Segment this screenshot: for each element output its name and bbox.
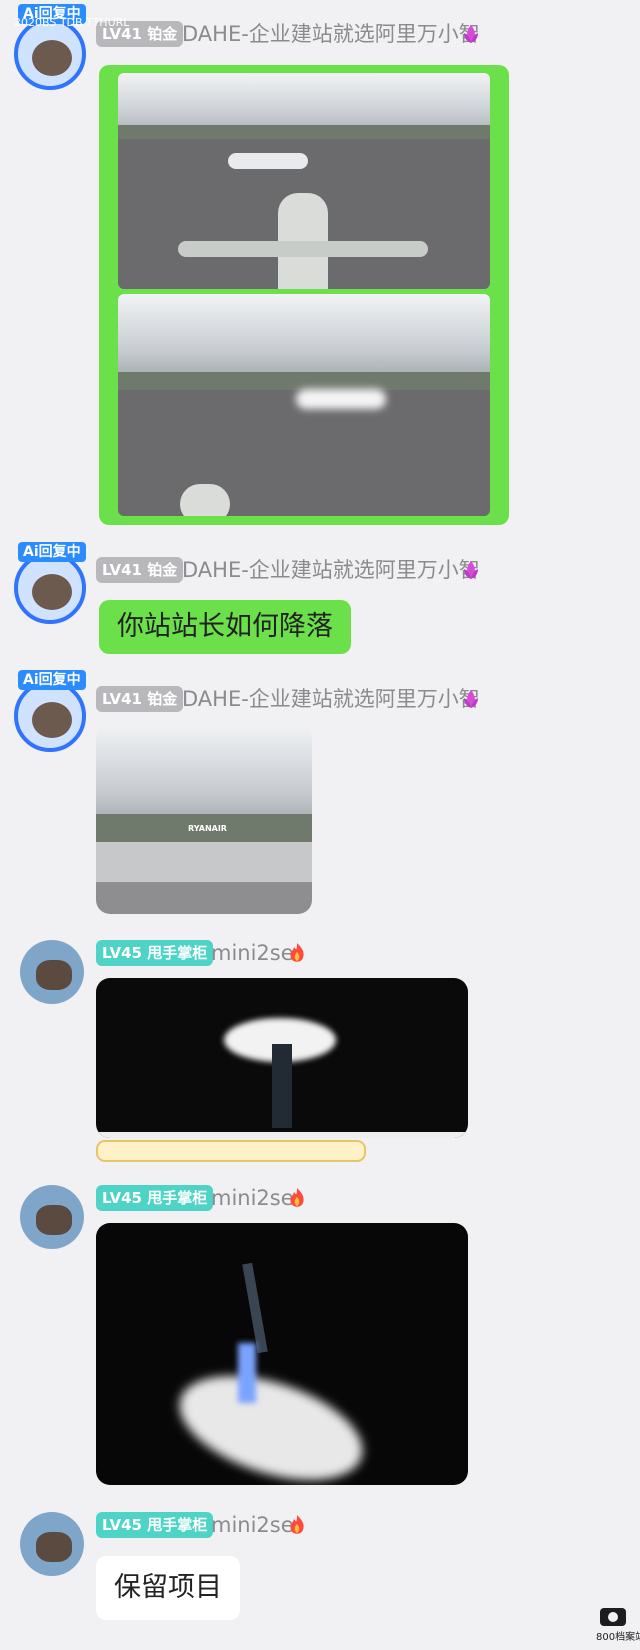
lotus-icon bbox=[462, 559, 480, 581]
avatar[interactable] bbox=[14, 552, 86, 624]
camera-icon bbox=[600, 1608, 626, 1626]
lotus-icon bbox=[462, 688, 480, 710]
chat-message: LV45 甩手掌柜 mini2se 保留项目 800档案站 bbox=[0, 1500, 640, 1650]
sticker-banner bbox=[96, 1140, 366, 1162]
username[interactable]: DAHE-企业建站就选阿里万小智 bbox=[182, 20, 480, 48]
level-badge: LV45 甩手掌柜 bbox=[96, 1512, 214, 1538]
username[interactable]: DAHE-企业建站就选阿里万小智 bbox=[182, 556, 480, 584]
lotus-icon bbox=[462, 23, 480, 45]
username[interactable]: DAHE-企业建站就选阿里万小智 bbox=[182, 685, 480, 713]
username[interactable]: mini2se bbox=[211, 1511, 294, 1539]
level-badge: LV45 甩手掌柜 bbox=[96, 1185, 214, 1211]
watermark-badge: 800档案站 bbox=[596, 1632, 640, 1643]
chat-message: LV45 甩手掌柜 mini2se bbox=[0, 930, 640, 1170]
screenshot-image[interactable] bbox=[118, 294, 490, 516]
screenshot-image[interactable] bbox=[118, 73, 490, 289]
chat-message: Ai回复中 LV41 铂金 DAHE-企业建站就选阿里万小智 RYANAIR bbox=[0, 660, 640, 920]
level-badge: LV41 铂金 bbox=[96, 557, 184, 583]
avatar[interactable] bbox=[20, 1185, 84, 1249]
chat-message: Ai回复中 LV41 铂金 DAHE-企业建站就选阿里万小智 你站站长如何降落 bbox=[0, 530, 640, 654]
ai-replying-badge: Ai回复中 bbox=[18, 670, 86, 690]
flame-icon bbox=[288, 942, 306, 964]
ai-replying-badge: Ai回复中 bbox=[18, 542, 86, 562]
username[interactable]: mini2se bbox=[211, 939, 294, 967]
avatar[interactable] bbox=[20, 940, 84, 1004]
message-bubble[interactable]: 保留项目 bbox=[96, 1556, 240, 1620]
level-badge: LV41 铂金 bbox=[96, 686, 184, 712]
watermark-text: 2020BS TDB TTHURL bbox=[14, 16, 130, 29]
flame-icon bbox=[288, 1514, 306, 1536]
message-bubble[interactable]: 你站站长如何降落 bbox=[99, 600, 351, 654]
username[interactable]: mini2se bbox=[211, 1184, 294, 1212]
chat-message: Ai回复中 LV41 铂金 DAHE-企业建站就选阿里万小智 2020BS TD… bbox=[0, 0, 640, 525]
screenshot-image[interactable] bbox=[96, 1223, 468, 1485]
avatar[interactable] bbox=[20, 1512, 84, 1576]
chat-message: LV45 甩手掌柜 mini2se bbox=[0, 1175, 640, 1485]
screenshot-image[interactable]: RYANAIR bbox=[96, 724, 312, 914]
message-bubble[interactable] bbox=[99, 65, 509, 525]
flame-icon bbox=[288, 1187, 306, 1209]
image-caption: RYANAIR bbox=[188, 824, 227, 833]
avatar[interactable] bbox=[14, 680, 86, 752]
screenshot-image[interactable] bbox=[96, 978, 468, 1138]
level-badge: LV45 甩手掌柜 bbox=[96, 940, 214, 966]
